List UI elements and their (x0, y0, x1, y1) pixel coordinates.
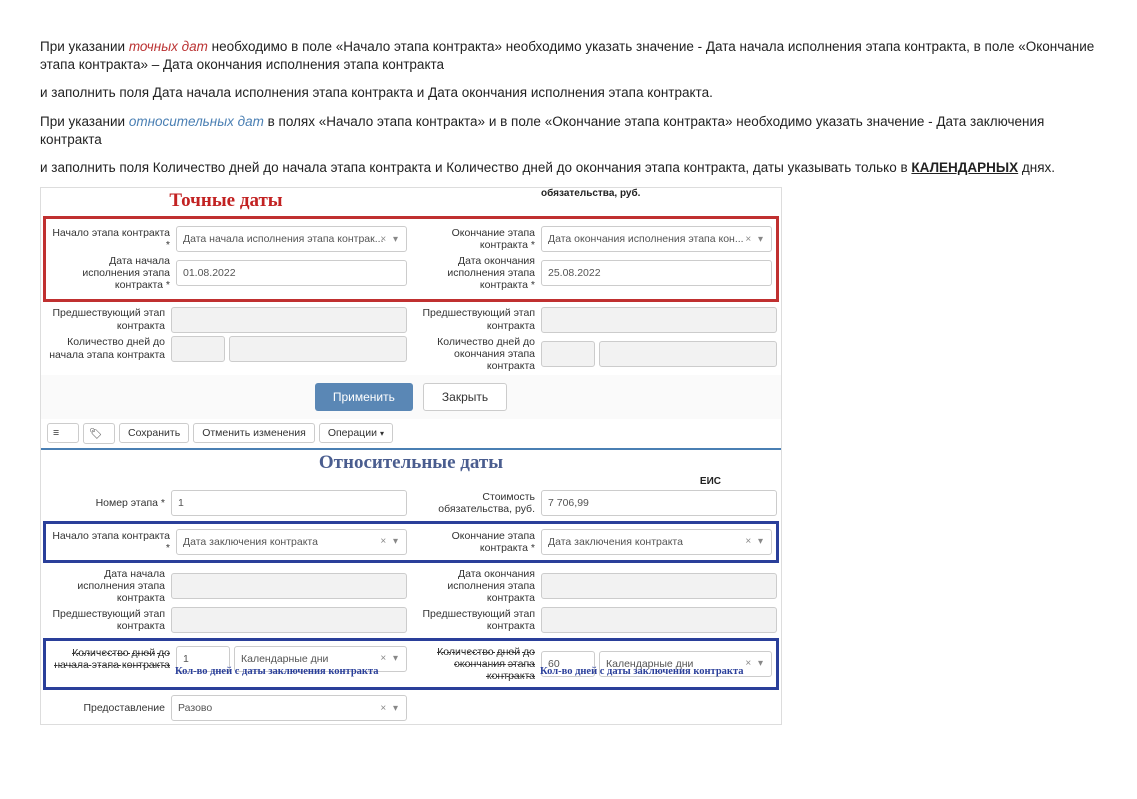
label-stage-number: Номер этапа * (45, 497, 171, 509)
input-prev-stage-l[interactable] (171, 307, 407, 333)
label-days-end: Количество дней до окончания этапа контр… (415, 336, 541, 372)
input-prev-stage-rel-r[interactable] (541, 607, 777, 633)
calendar-days-term: КАЛЕНДАРНЫХ (911, 160, 1018, 175)
select-end-stage[interactable]: Дата окончания исполнения этапа кон... (541, 226, 772, 252)
obligation-cost-header: обязательства, руб. (411, 188, 781, 199)
relative-highlight-1: Начало этапа контракта * Дата заключения… (43, 521, 779, 563)
label-end-stage-rel: Окончание этапа контракта * (415, 530, 541, 554)
label-end-date: Дата окончания исполнения этапа контракт… (415, 255, 541, 291)
select-start-stage-rel[interactable]: Дата заключения контракта (176, 529, 407, 555)
input-prev-stage-r[interactable] (541, 307, 777, 333)
note-days-from-contract-l: Кол-во дней с даты заключения контракта (175, 666, 379, 677)
label-prev-stage-rel-r: Предшествующий этап контракта (415, 608, 541, 632)
label-start-date: Дата начала исполнения этапа контракта * (50, 255, 176, 291)
input-days-start-n[interactable] (171, 336, 225, 362)
toolbar: ≡ 🏷 Сохранить Отменить изменения Операци… (41, 419, 781, 450)
intro-p1: При указании точных дат необходимо в пол… (40, 38, 1097, 74)
label-days-end-rel: Количество дней до окончания этапа контр… (415, 646, 541, 682)
exact-highlight-box: Начало этапа контракта * Дата начала исп… (43, 216, 779, 301)
input-prev-stage-rel-l[interactable] (171, 607, 407, 633)
label-days-start-rel: Количество дней до начала этапа контракт… (50, 647, 176, 671)
relative-dates-term: относительных дат (129, 114, 264, 129)
save-button[interactable]: Сохранить (119, 423, 189, 443)
label-cost: Стоимость обязательства, руб. (415, 491, 541, 515)
input-days-end-n[interactable] (541, 341, 595, 367)
action-bar: Применить Закрыть (41, 375, 781, 419)
label-start-date-rel: Дата начала исполнения этапа контракта (45, 568, 171, 604)
title-relative: Относительные даты (41, 452, 781, 474)
chevron-down-icon: ▾ (380, 429, 384, 438)
screenshot-exact-dates: Точные даты обязательства, руб. Начало э… (40, 187, 782, 725)
input-days-end-t[interactable] (599, 341, 777, 367)
menu-icon[interactable]: ≡ (47, 423, 79, 443)
input-days-start-t[interactable] (229, 336, 407, 362)
input-stage-number[interactable]: 1 (171, 490, 407, 516)
input-end-date-rel[interactable] (541, 573, 777, 599)
label-start-stage: Начало этапа контракта * (50, 227, 176, 251)
label-provision: Предоставление (45, 702, 171, 714)
close-button[interactable]: Закрыть (423, 383, 507, 411)
input-cost[interactable]: 7 706,99 (541, 490, 777, 516)
label-prev-stage-l: Предшествующий этап контракта (45, 307, 171, 331)
intro-p3: При указании относительных дат в полях «… (40, 113, 1097, 149)
intro-p2: и заполнить поля Дата начала исполнения … (40, 84, 1097, 102)
title-exact: Точные даты (41, 190, 411, 212)
input-start-date[interactable]: 01.08.2022 (176, 260, 407, 286)
operations-button[interactable]: Операции▾ (319, 423, 393, 443)
apply-button[interactable]: Применить (315, 383, 413, 411)
note-days-from-contract-r: Кол-во дней с даты заключения контракта (540, 666, 744, 677)
label-end-stage: Окончание этапа контракта * (415, 227, 541, 251)
eis-label: ЕИС (41, 476, 781, 487)
label-prev-stage-rel-l: Предшествующий этап контракта (45, 608, 171, 632)
exact-dates-term: точных дат (129, 39, 208, 54)
input-start-date-rel[interactable] (171, 573, 407, 599)
label-prev-stage-r: Предшествующий этап контракта (415, 307, 541, 331)
label-end-date-rel: Дата окончания исполнения этапа контракт… (415, 568, 541, 604)
intro-p4: и заполнить поля Количество дней до нача… (40, 159, 1097, 177)
select-start-stage[interactable]: Дата начала исполнения этапа контрак... (176, 226, 407, 252)
relative-highlight-2: Количество дней до начала этапа контракт… (43, 638, 779, 690)
label-start-stage-rel: Начало этапа контракта * (50, 530, 176, 554)
label-days-start: Количество дней до начала этапа контракт… (45, 336, 171, 360)
cancel-changes-button[interactable]: Отменить изменения (193, 423, 315, 443)
input-end-date[interactable]: 25.08.2022 (541, 260, 772, 286)
select-end-stage-rel[interactable]: Дата заключения контракта (541, 529, 772, 555)
tag-icon[interactable]: 🏷 (83, 423, 115, 444)
select-provision[interactable]: Разово (171, 695, 407, 721)
